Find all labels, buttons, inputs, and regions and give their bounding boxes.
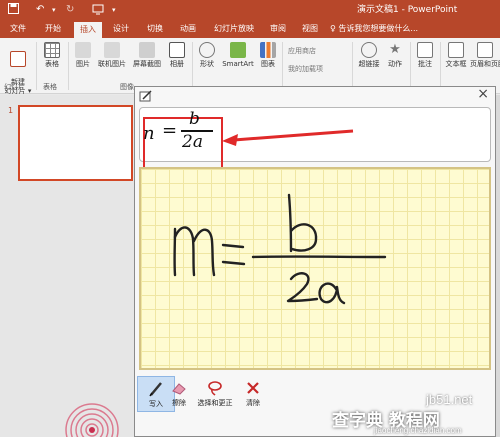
table-label: 表格 bbox=[45, 60, 59, 68]
screenshot-button[interactable]: 屏幕截图 bbox=[130, 42, 164, 69]
select-correct-tool-label: 选择和更正 bbox=[197, 399, 233, 407]
ribbon-separator bbox=[352, 42, 353, 90]
online-pictures-label: 联机图片 bbox=[98, 60, 126, 68]
tab-insert[interactable]: 插入 bbox=[74, 22, 102, 38]
pictures-label: 图片 bbox=[76, 60, 90, 68]
chart-label: 图表 bbox=[261, 60, 275, 68]
slide-thumbnail[interactable] bbox=[18, 105, 133, 181]
tab-transitions[interactable]: 切换 bbox=[140, 20, 170, 38]
undo-dropdown-icon[interactable]: ▾ bbox=[52, 3, 56, 17]
album-icon bbox=[169, 42, 185, 58]
ribbon-tabs: 文件 开始 插入 设计 切换 动画 幻灯片放映 审阅 视图 ♀ 告诉我您想要做什… bbox=[0, 20, 500, 38]
tab-animations[interactable]: 动画 bbox=[173, 20, 203, 38]
tab-review[interactable]: 审阅 bbox=[264, 20, 292, 38]
equation-numerator: b bbox=[189, 109, 200, 129]
smartart-button[interactable]: SmartArt bbox=[220, 42, 256, 69]
tab-slideshow[interactable]: 幻灯片放映 bbox=[208, 20, 260, 38]
slide-number: 1 bbox=[8, 106, 14, 115]
ribbon-separator bbox=[36, 42, 37, 90]
table-button[interactable]: 表格 bbox=[40, 42, 64, 69]
tab-view[interactable]: 视图 bbox=[296, 20, 324, 38]
header-footer-button[interactable]: 页眉和页脚 bbox=[470, 42, 500, 69]
eraser-icon bbox=[172, 383, 186, 395]
title-bar: ↶ ▾ ↻ ▾ 演示文稿1 - PowerPoint bbox=[0, 0, 500, 20]
tab-home[interactable]: 开始 bbox=[36, 20, 70, 38]
my-addins-button[interactable]: 我的加载项 bbox=[288, 64, 323, 74]
lasso-icon bbox=[208, 381, 222, 396]
album-label: 相册 bbox=[170, 60, 184, 68]
header-footer-label: 页眉和页脚 bbox=[470, 60, 500, 68]
textbox-icon bbox=[448, 42, 464, 58]
shapes-icon bbox=[199, 42, 215, 58]
shapes-button[interactable]: 形状 bbox=[196, 42, 218, 69]
save-icon[interactable] bbox=[8, 3, 19, 19]
equation-equals: = bbox=[162, 120, 178, 141]
clear-icon bbox=[247, 382, 259, 394]
smartart-icon bbox=[230, 42, 246, 58]
comment-icon bbox=[417, 42, 433, 58]
hyperlink-button[interactable]: 超链接 bbox=[356, 42, 382, 69]
equation-lhs: n bbox=[143, 123, 155, 144]
shapes-label: 形状 bbox=[200, 60, 214, 68]
online-picture-icon bbox=[104, 42, 120, 58]
chart-icon bbox=[260, 42, 276, 58]
ribbon-separator bbox=[192, 42, 193, 90]
camera-icon bbox=[139, 42, 155, 58]
watermark-line1: jb51.net bbox=[426, 392, 473, 407]
tab-design[interactable]: 设计 bbox=[106, 20, 136, 38]
ribbon-separator bbox=[282, 42, 283, 90]
group-label-slides: 幻灯片 bbox=[4, 83, 25, 91]
handwritten-ink bbox=[173, 193, 387, 305]
redo-icon[interactable]: ↻ bbox=[66, 3, 74, 17]
tab-file[interactable]: 文件 bbox=[2, 20, 34, 38]
clear-tool-label: 清除 bbox=[246, 399, 260, 407]
annotation-arrow bbox=[222, 129, 354, 146]
store-button[interactable]: 应用商店 bbox=[288, 46, 316, 56]
ink-equation-dialog: × n = b 2a 写入 擦除 选择和更正 清除 bbox=[134, 86, 496, 437]
action-label: 动作 bbox=[388, 60, 402, 68]
window-title: 演示文稿1 - PowerPoint bbox=[357, 5, 458, 15]
equation-denominator: 2a bbox=[182, 132, 203, 152]
watermark: jb51.net 查字典 教程网 jiaocheng.chazidian.com bbox=[330, 392, 500, 437]
hyperlink-label: 超链接 bbox=[358, 60, 380, 68]
globe-icon bbox=[361, 42, 377, 58]
select-correct-tool-button[interactable]: 选择和更正 bbox=[190, 376, 240, 412]
group-label-images: 图像 bbox=[120, 83, 134, 91]
header-footer-icon bbox=[477, 42, 493, 58]
qat-dropdown-icon[interactable]: ▾ bbox=[112, 3, 116, 17]
comment-label: 批注 bbox=[418, 60, 432, 68]
smartart-label: SmartArt bbox=[222, 60, 254, 68]
ribbon-separator bbox=[440, 42, 441, 90]
ribbon-separator bbox=[68, 42, 69, 90]
ink-equation-icon bbox=[139, 90, 152, 102]
group-label-tables: 表格 bbox=[43, 83, 57, 91]
star-icon: ★ bbox=[389, 42, 401, 57]
online-pictures-button[interactable]: 联机图片 bbox=[96, 42, 128, 69]
customize-icon[interactable] bbox=[92, 3, 104, 20]
comment-button[interactable]: 批注 bbox=[414, 42, 436, 69]
textbox-label: 文本框 bbox=[445, 60, 467, 68]
close-button[interactable]: × bbox=[477, 86, 489, 102]
undo-icon[interactable]: ↶ bbox=[36, 3, 44, 17]
erase-tool-label: 擦除 bbox=[172, 399, 186, 407]
picture-icon bbox=[75, 42, 91, 58]
new-slide-icon bbox=[10, 51, 26, 67]
table-icon bbox=[44, 42, 60, 58]
handwriting-input-area[interactable] bbox=[139, 167, 491, 370]
pictures-button[interactable]: 图片 bbox=[72, 42, 94, 69]
textbox-button[interactable]: 文本框 bbox=[444, 42, 468, 69]
album-button[interactable]: 相册 bbox=[166, 42, 188, 69]
watermark-line3: jiaocheng.chazidian.com bbox=[374, 426, 462, 435]
ribbon-separator bbox=[410, 42, 411, 90]
screenshot-label: 屏幕截图 bbox=[133, 60, 161, 68]
chart-button[interactable]: 图表 bbox=[258, 42, 278, 69]
clear-tool-button[interactable]: 清除 bbox=[234, 376, 272, 412]
action-button[interactable]: ★ 动作 bbox=[384, 42, 406, 69]
tell-me-search[interactable]: ♀ 告诉我您想要做什么... bbox=[330, 20, 418, 38]
